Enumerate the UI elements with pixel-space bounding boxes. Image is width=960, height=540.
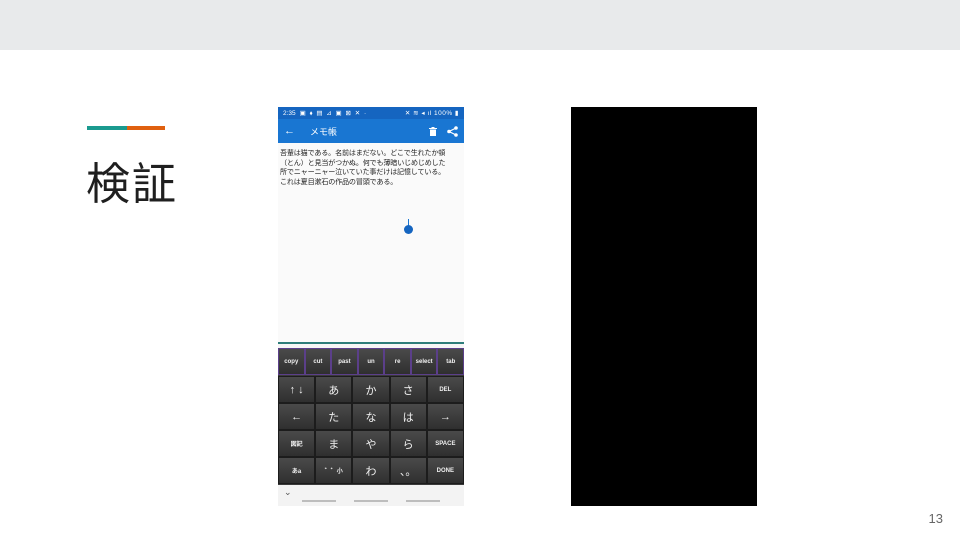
key-dakuten-small[interactable]: ゛゜小 <box>315 457 353 484</box>
key-ta-row[interactable]: た <box>315 403 353 430</box>
app-bar: ← メモ帳 <box>278 119 464 143</box>
key-row-1: ↑ ↓ あ か さ DEL <box>278 376 464 403</box>
key-row-4: あa ゛゜小 わ 、。 DONE <box>278 457 464 484</box>
key-wa-row[interactable]: わ <box>352 457 390 484</box>
key-na-row[interactable]: な <box>352 403 390 430</box>
nav-indicator <box>354 500 388 502</box>
navigation-bar: ⌄ <box>278 485 464 506</box>
key-undo[interactable]: un <box>357 348 385 375</box>
key-ma-row[interactable]: ま <box>315 430 353 457</box>
key-ha-row[interactable]: は <box>389 403 427 430</box>
key-symbols[interactable]: 図記 <box>278 430 316 457</box>
slide-title: 検証 <box>86 159 178 210</box>
key-punctuation[interactable]: 、。 <box>389 457 427 484</box>
key-a-row[interactable]: あ <box>315 376 353 403</box>
app-bar-actions <box>429 125 458 137</box>
key-row-2: ← た な は → <box>278 403 464 430</box>
note-editor[interactable]: 吾輩は猫である。名前はまだない。どこで生れたか頓 （とん）と見当がつかぬ。何でも… <box>278 143 464 343</box>
key-paste[interactable]: past <box>331 348 358 375</box>
share-icon[interactable] <box>447 125 458 137</box>
key-ka-row[interactable]: か <box>352 376 390 403</box>
function-key-row: copy cut past un re select tab <box>278 348 464 375</box>
app-title: メモ帳 <box>310 126 338 137</box>
nav-indicator <box>302 500 336 502</box>
key-copy[interactable]: copy <box>278 348 305 375</box>
arrow-back-icon[interactable]: ← <box>284 125 300 137</box>
black-video-placeholder <box>571 107 757 506</box>
status-time: 2:35 <box>283 109 296 117</box>
notification-icons: ▣ ⬧ ▤ ⊿ ▣ ⊠ ✕ · <box>299 109 368 117</box>
key-cut[interactable]: cut <box>304 348 332 375</box>
chevron-down-icon[interactable]: ⌄ <box>284 488 292 498</box>
note-text[interactable]: 吾輩は猫である。名前はまだない。どこで生れたか頓 （とん）と見当がつかぬ。何でも… <box>280 148 464 187</box>
title-accent-orange <box>127 126 165 130</box>
editor-divider <box>278 342 464 344</box>
key-done[interactable]: DONE <box>426 457 464 484</box>
key-cursor-right[interactable]: → <box>426 403 464 430</box>
key-tab[interactable]: tab <box>437 348 464 375</box>
key-cursor-updown[interactable]: ↑ ↓ <box>278 376 316 403</box>
status-bar: 2:35 ▣ ⬧ ▤ ⊿ ▣ ⊠ ✕ · ✕ ≋ ◂ ıl 100% ▮ <box>278 107 464 119</box>
nav-indicator <box>406 500 440 502</box>
key-ya-row[interactable]: や <box>352 430 390 457</box>
phone-screenshot: 2:35 ▣ ⬧ ▤ ⊿ ▣ ⊠ ✕ · ✕ ≋ ◂ ıl 100% ▮ ← メ… <box>278 107 464 506</box>
key-row-3: 図記 ま や ら SPACE <box>278 430 464 457</box>
keyboard: copy cut past un re select tab ↑ ↓ あ か さ… <box>278 348 464 485</box>
key-sa-row[interactable]: さ <box>389 376 427 403</box>
key-space[interactable]: SPACE <box>426 430 464 457</box>
key-delete[interactable]: DEL <box>426 376 464 403</box>
key-ra-row[interactable]: ら <box>389 430 427 457</box>
key-redo[interactable]: re <box>384 348 411 375</box>
key-mode-switch[interactable]: あa <box>278 457 316 484</box>
top-band <box>0 0 960 50</box>
system-status-icons: ✕ ≋ ◂ ıl 100% ▮ <box>404 110 459 117</box>
title-accent-teal <box>87 126 127 130</box>
cursor-handle[interactable] <box>404 225 413 234</box>
trash-icon[interactable] <box>429 126 437 136</box>
key-select[interactable]: select <box>410 348 438 375</box>
key-cursor-left[interactable]: ← <box>278 403 316 430</box>
page-number: 13 <box>928 511 943 526</box>
